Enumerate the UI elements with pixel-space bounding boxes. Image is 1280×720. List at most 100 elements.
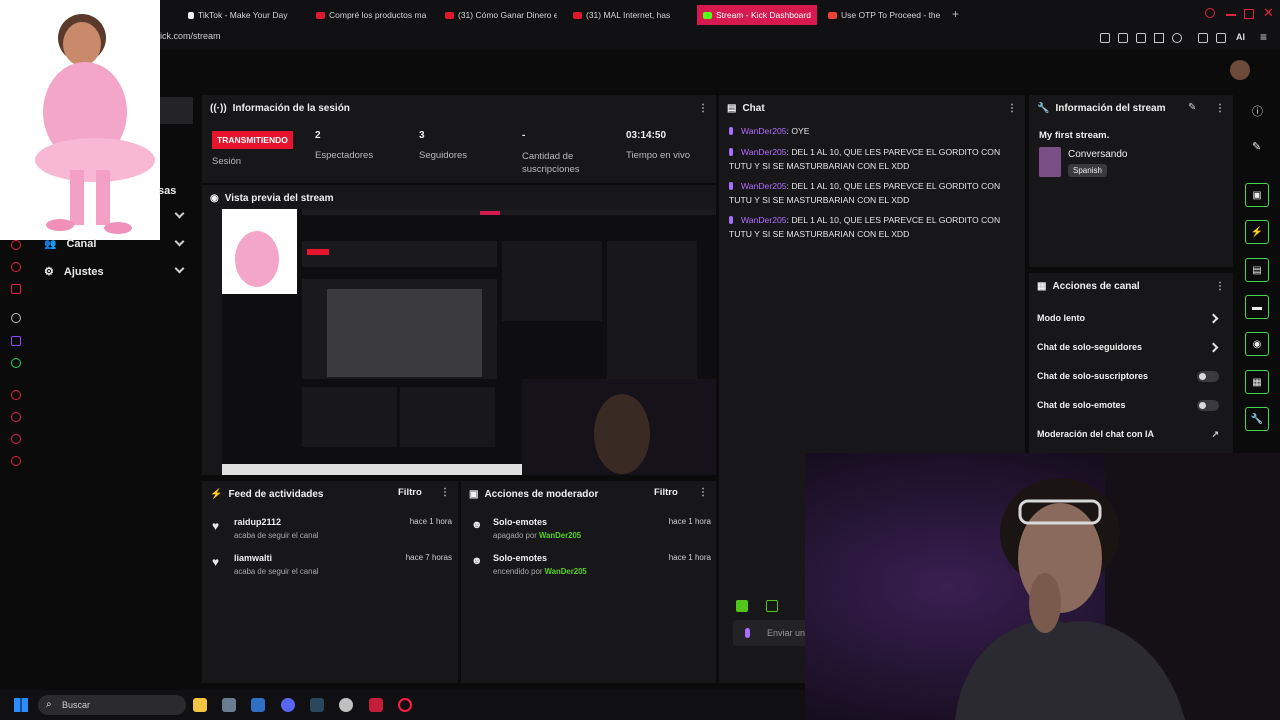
opera-gx-icon[interactable] — [398, 698, 412, 712]
subscribers-only-option: Chat de solo-suscriptores — [1037, 371, 1227, 382]
url-text[interactable]: ick.com/stream — [160, 31, 221, 41]
sidebar-app-icon[interactable] — [11, 434, 21, 444]
info-icon[interactable]: ⓘ — [1252, 103, 1263, 119]
edit-icon[interactable]: ✎ — [1188, 102, 1196, 113]
sidebar-app-icon[interactable] — [11, 284, 21, 294]
settings-app-icon[interactable] — [222, 698, 236, 712]
stream-title: My first stream. — [1039, 130, 1110, 141]
rail-button[interactable]: 🔧 — [1245, 407, 1269, 431]
rail-button[interactable]: ▣ — [1245, 183, 1269, 207]
gmail-icon — [828, 11, 837, 19]
chat-message: WanDer205: DEL 1 AL 10, QUE LES PAREVCE … — [729, 215, 1001, 239]
bookmark-icon[interactable] — [1100, 33, 1110, 43]
chevron-down-icon[interactable] — [174, 263, 185, 274]
windows-start-icon[interactable] — [14, 698, 28, 712]
more-options-icon[interactable]: ⋮ — [698, 103, 708, 114]
extensions-icon[interactable] — [1136, 33, 1146, 43]
discord-icon[interactable] — [281, 698, 295, 712]
taskbar-search[interactable]: ⌕ Buscar — [38, 695, 186, 715]
more-options-icon[interactable]: ⋮ — [1007, 103, 1017, 114]
ballerina-overlay-image — [0, 0, 160, 240]
language-tag: Spanish — [1068, 164, 1107, 177]
tab-youtube-1[interactable]: Compré los productos ma — [316, 6, 430, 24]
rail-button[interactable]: ⚡ — [1245, 220, 1269, 244]
stat-live-time: 03:14:50 Tiempo en vivo — [626, 130, 691, 161]
sidebar-item-ajustes[interactable]: ⚙ Ajustes — [44, 265, 104, 279]
sidebar-item-canal[interactable]: 👥 Canal — [44, 238, 96, 250]
app-icon[interactable] — [369, 698, 383, 712]
list-item: ♥ liamwalti acaba de seguir el canal hac… — [212, 553, 452, 576]
avatar[interactable] — [1230, 60, 1250, 80]
stream-preview-video[interactable] — [222, 209, 716, 475]
pencil-icon[interactable]: ✎ — [1252, 140, 1261, 153]
emote-picker-icon[interactable] — [766, 600, 778, 612]
maximize-icon[interactable] — [1244, 9, 1254, 19]
tab-kick-dashboard[interactable]: Stream - Kick Dashboard — [697, 5, 817, 25]
new-tab-button[interactable]: + — [952, 7, 959, 21]
tab-youtube-2[interactable]: (31) Cómo Ganar Dinero e — [445, 6, 557, 24]
twitch-icon[interactable] — [11, 336, 21, 346]
panel-header: 🔧 Información del stream — [1037, 103, 1166, 114]
activity-feed-panel: ⚡ Feed de actividades Filtro ⋮ ♥ raidup21… — [202, 481, 458, 683]
download-icon[interactable] — [1216, 33, 1226, 43]
sidebar-app-icon[interactable] — [11, 240, 21, 250]
session-info-panel: ((·)) Información de la sesión ⋮ TRANSMIT… — [202, 95, 716, 183]
ai-button[interactable]: AI — [1236, 32, 1245, 42]
more-options-icon[interactable]: ⋮ — [1215, 281, 1225, 292]
sidebar-app-icon[interactable] — [11, 262, 21, 272]
ai-moderation-option[interactable]: Moderación del chat con IA ↗ — [1037, 429, 1227, 439]
channel-actions-panel: ▦ Acciones de canal ⋮ Modo lento Chat de … — [1029, 273, 1233, 453]
file-explorer-icon[interactable] — [193, 698, 207, 712]
filter-button[interactable]: Filtro — [398, 487, 422, 498]
filter-button[interactable]: Filtro — [654, 487, 678, 498]
tab-youtube-3[interactable]: (31) MAL Internet, has — [573, 6, 685, 24]
menu-icon[interactable]: ≡ — [1260, 30, 1267, 44]
emotes-only-toggle[interactable] — [1197, 400, 1219, 411]
subscribers-only-toggle[interactable] — [1197, 371, 1219, 382]
heart-icon[interactable] — [1172, 33, 1182, 43]
search-icon[interactable] — [1205, 8, 1215, 18]
category-name[interactable]: Conversando — [1068, 149, 1127, 160]
sidebar-app-icon[interactable] — [11, 390, 21, 400]
more-options-icon[interactable]: ⋮ — [698, 487, 708, 498]
more-options-icon[interactable]: ⋮ — [1215, 103, 1225, 114]
more-options-icon[interactable]: ⋮ — [440, 487, 450, 498]
rail-button[interactable]: ◉ — [1245, 332, 1269, 356]
play-icon[interactable] — [1154, 33, 1164, 43]
sidebar-app-icon[interactable] — [11, 412, 21, 422]
mic-icon — [729, 127, 733, 135]
whatsapp-icon[interactable] — [11, 358, 21, 368]
slow-mode-option[interactable]: Modo lento — [1037, 313, 1227, 324]
search-icon: ⌕ — [46, 699, 52, 710]
store-icon[interactable] — [251, 698, 265, 712]
chat-input-placeholder: Enviar un — [767, 628, 806, 638]
tab-tiktok[interactable]: TikTok - Make Your Day — [188, 6, 298, 24]
address-bar[interactable]: ick.com/stream AI ≡ — [0, 28, 1280, 50]
panel-header: ▦ Acciones de canal — [1037, 281, 1140, 292]
tab-otp[interactable]: Use OTP To Proceed - the — [828, 6, 944, 24]
close-icon[interactable]: ✕ — [1263, 5, 1274, 21]
heart-icon: ♥ — [212, 519, 220, 533]
settings-icon[interactable] — [11, 456, 21, 466]
chat-message: WanDer205: DEL 1 AL 10, QUE LES PAREVCE … — [729, 147, 1001, 171]
camera-icon: ◉ — [210, 193, 219, 204]
wallet-icon[interactable] — [1198, 33, 1208, 43]
chevron-down-icon[interactable] — [174, 208, 185, 219]
mic-icon — [729, 148, 733, 156]
minimize-icon[interactable] — [1226, 14, 1236, 16]
live-badge: TRANSMITIENDO — [212, 130, 293, 149]
lightning-icon: ⚡ — [210, 489, 223, 500]
steam-icon[interactable] — [310, 698, 324, 712]
rail-button[interactable]: ▬ — [1245, 295, 1269, 319]
kick-emote-icon[interactable] — [736, 600, 748, 612]
rail-button[interactable]: ▤ — [1245, 258, 1269, 282]
followers-only-option[interactable]: Chat de solo-seguidores — [1037, 342, 1227, 353]
nav-selected-bg[interactable] — [160, 97, 193, 124]
chevron-down-icon[interactable] — [174, 236, 185, 247]
snapshot-icon[interactable] — [1118, 33, 1128, 43]
rail-button[interactable]: ▦ — [1245, 370, 1269, 394]
wrench-icon: 🔧 — [1037, 103, 1050, 114]
sidebar-app-icon[interactable] — [11, 313, 21, 323]
app-icon[interactable] — [339, 698, 353, 712]
mic-icon — [729, 182, 733, 190]
